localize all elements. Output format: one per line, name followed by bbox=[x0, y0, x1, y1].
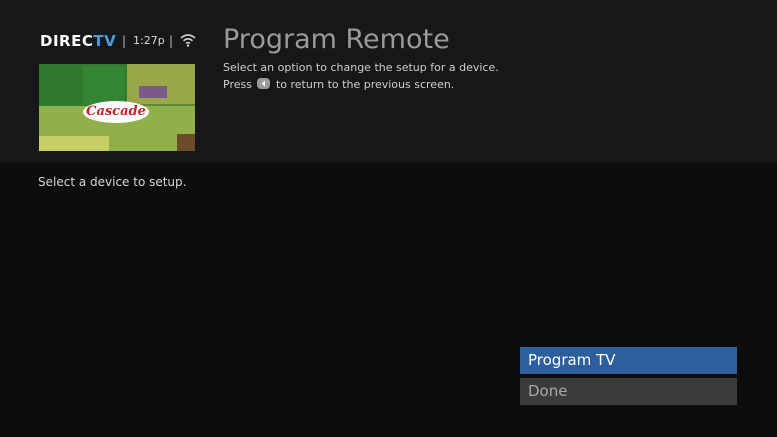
back-button-icon bbox=[257, 78, 271, 89]
description-line-2: Press to return to the previous screen. bbox=[223, 78, 454, 91]
desc-rest-text: to return to the previous screen. bbox=[275, 78, 455, 91]
separator: | bbox=[122, 34, 127, 48]
device-prompt: Select a device to setup. bbox=[38, 175, 187, 189]
program-tv-button[interactable]: Program TV bbox=[520, 347, 737, 374]
done-button[interactable]: Done bbox=[520, 378, 737, 405]
wifi-icon bbox=[180, 34, 196, 47]
logo-main: DIREC bbox=[40, 32, 94, 50]
description-line-1: Select an option to change the setup for… bbox=[223, 61, 499, 74]
directv-logo: DIRECTV bbox=[40, 32, 116, 50]
desc-press-text: Press bbox=[223, 78, 252, 91]
thumbnail-brand-label: Cascade bbox=[83, 101, 149, 123]
clock: 1:27p bbox=[133, 34, 165, 47]
live-tv-thumbnail: Cascade bbox=[39, 64, 195, 151]
page-title: Program Remote bbox=[223, 24, 450, 55]
logo-accent: TV bbox=[93, 32, 117, 50]
separator: | bbox=[169, 34, 174, 48]
